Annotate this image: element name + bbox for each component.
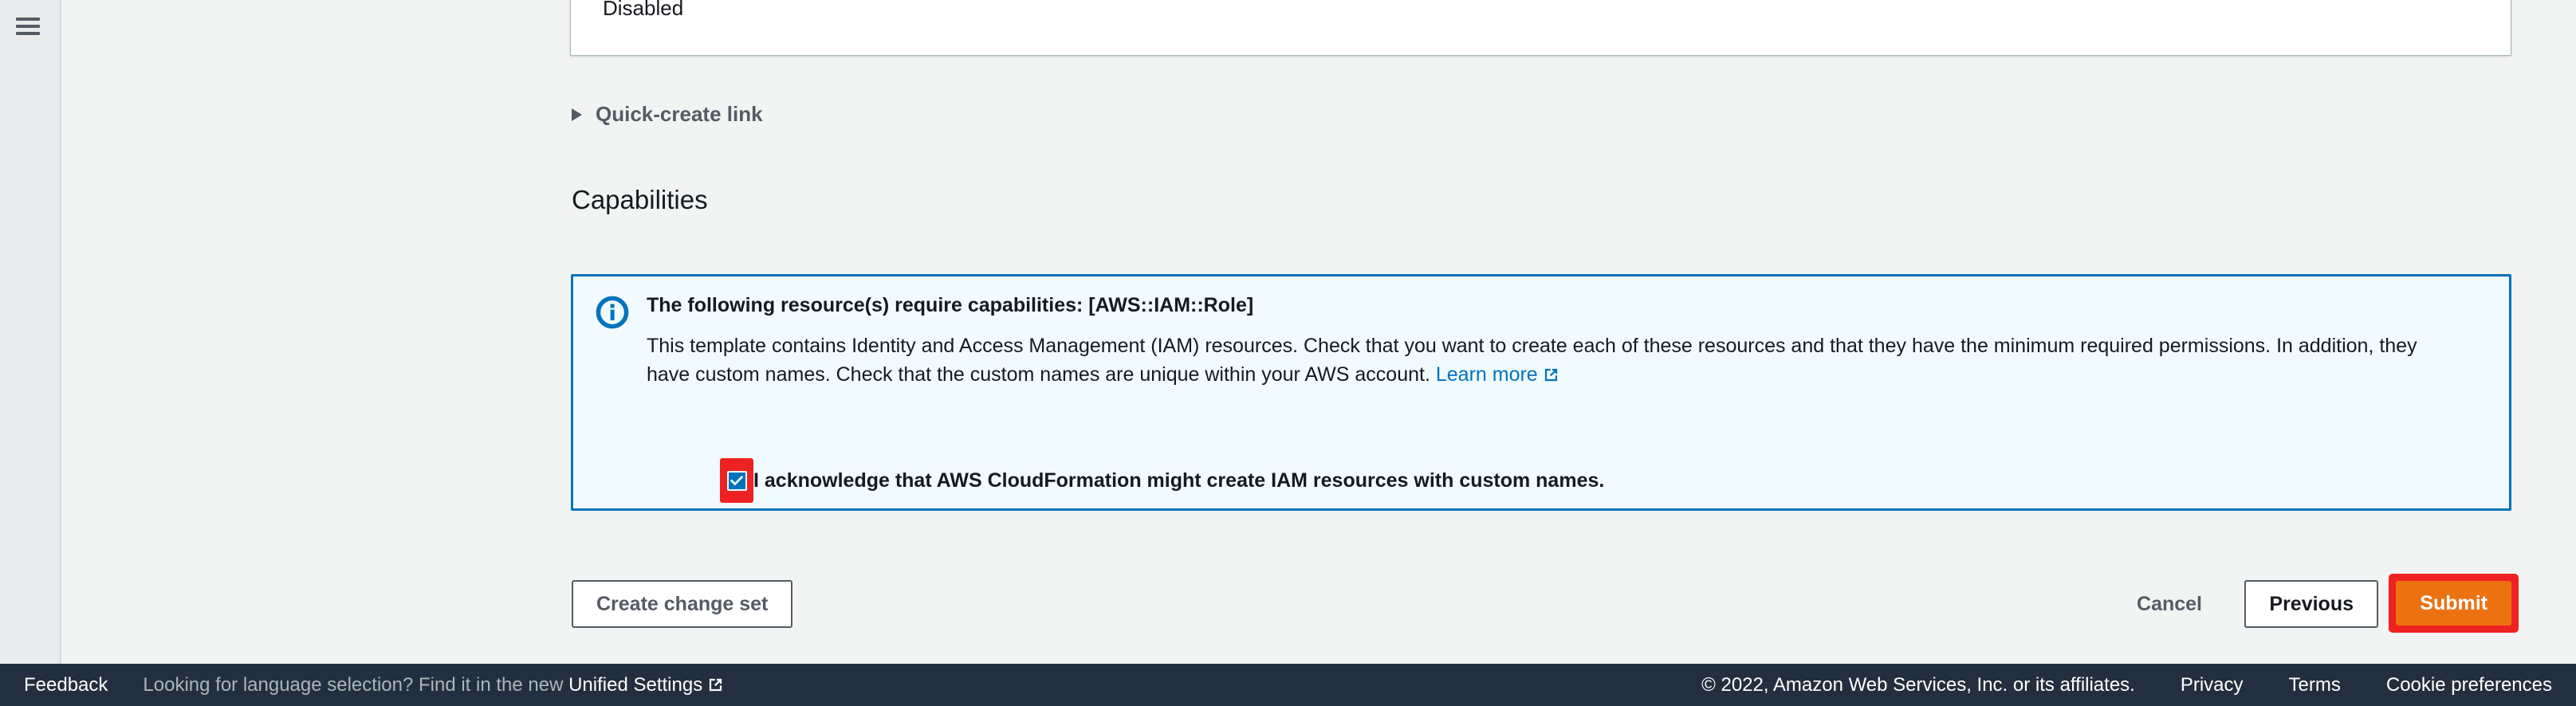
capabilities-info-alert: The following resource(s) require capabi… <box>571 274 2511 511</box>
cancel-button[interactable]: Cancel <box>2129 580 2210 628</box>
external-link-icon <box>710 678 722 691</box>
feedback-link[interactable]: Feedback <box>24 674 108 696</box>
main-content-area: Disabled Quick-create link Capabilities … <box>63 0 2576 664</box>
capabilities-heading: Capabilities <box>572 185 708 214</box>
footer-left-group: Feedback Looking for language selection?… <box>24 674 724 696</box>
acknowledge-checkbox-label[interactable]: I acknowledge that AWS CloudFormation mi… <box>753 469 1604 492</box>
top-form-panel: Disabled <box>570 0 2511 56</box>
copyright-text: © 2022, Amazon Web Services, Inc. or its… <box>1701 673 2135 696</box>
form-actions-bar: Create change set Cancel Previous Submit <box>63 572 2576 652</box>
submit-button[interactable]: Submit <box>2396 581 2511 626</box>
submit-button-highlight: Submit <box>2389 574 2519 633</box>
acknowledge-checkbox[interactable] <box>726 470 747 491</box>
page-footer: Feedback Looking for language selection?… <box>0 664 2576 706</box>
footer-right-group: © 2022, Amazon Web Services, Inc. or its… <box>1701 674 2552 696</box>
create-change-set-button[interactable]: Create change set <box>572 580 793 628</box>
alert-title: The following resource(s) require capabi… <box>647 294 1254 316</box>
hamburger-bar <box>16 32 40 35</box>
acknowledge-checkbox-highlight <box>720 458 753 503</box>
learn-more-label: Learn more <box>1435 363 1538 386</box>
hamburger-bar <box>16 25 40 28</box>
terms-link[interactable]: Terms <box>2289 674 2341 696</box>
learn-more-link[interactable]: Learn more <box>1436 363 1559 386</box>
unified-settings-link[interactable]: Unified Settings <box>568 674 724 696</box>
alert-body: The following resource(s) require capabi… <box>647 292 2485 503</box>
hamburger-menu-icon[interactable] <box>16 18 40 35</box>
cookie-preferences-link[interactable]: Cookie preferences <box>2386 674 2552 696</box>
language-note-prefix: Looking for language selection? Find it … <box>143 673 569 696</box>
quick-create-link-section-toggle[interactable]: Quick-create link <box>572 102 763 127</box>
checkmark-icon <box>730 475 744 486</box>
language-selection-note: Looking for language selection? Find it … <box>143 674 724 696</box>
triangle-right-icon <box>572 108 582 121</box>
hamburger-bar <box>16 18 40 21</box>
alert-description: This template contains Identity and Acce… <box>647 331 2425 389</box>
external-link-icon <box>1544 368 1557 381</box>
privacy-link[interactable]: Privacy <box>2181 674 2244 696</box>
collapsed-sidebar <box>0 0 61 664</box>
quick-create-link-label: Quick-create link <box>596 102 763 126</box>
top-panel-value: Disabled <box>603 0 684 20</box>
acknowledge-row[interactable]: I acknowledge that AWS CloudFormation mi… <box>720 458 1604 503</box>
unified-settings-label: Unified Settings <box>568 673 703 696</box>
previous-button[interactable]: Previous <box>2244 580 2378 628</box>
info-circle-icon <box>596 296 629 329</box>
